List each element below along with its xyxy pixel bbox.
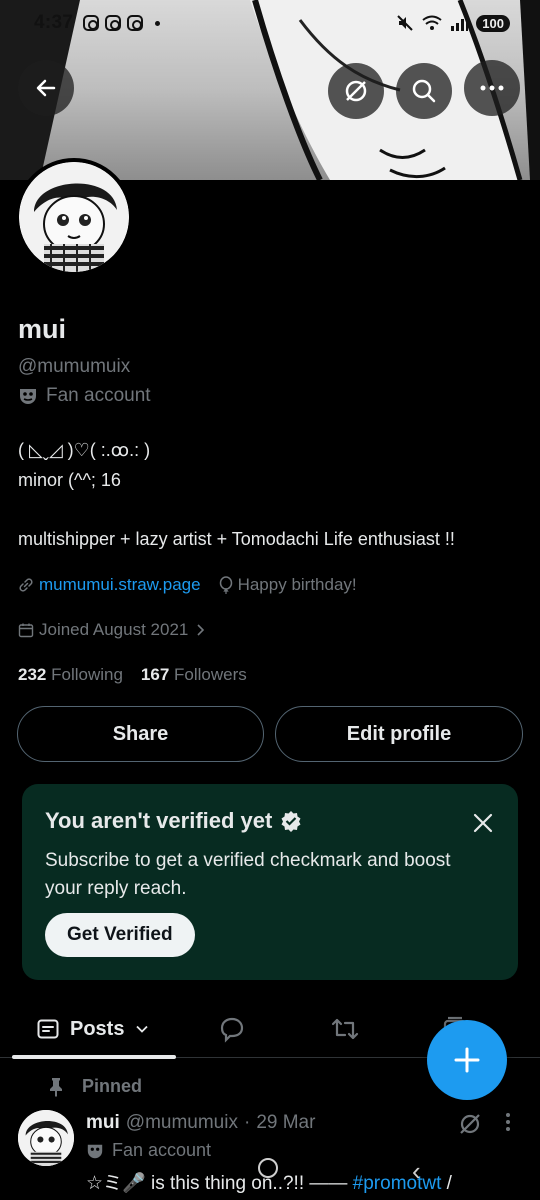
profile-handle: @mumumuix xyxy=(18,356,131,377)
followers-link[interactable]: 167 Followers xyxy=(141,665,247,685)
post-more-button[interactable] xyxy=(505,1112,511,1132)
reply-icon xyxy=(220,1017,244,1043)
post-header: mui @mumumuix · 29 Mar xyxy=(86,1112,315,1134)
notification-icons xyxy=(83,15,161,31)
more-options-button[interactable] xyxy=(464,60,520,116)
birthday-info: Happy birthday! xyxy=(219,575,357,595)
back-nav-button[interactable]: ‹ xyxy=(412,1156,421,1187)
joined-text: Joined August 2021 xyxy=(39,620,189,639)
edit-profile-button[interactable]: Edit profile xyxy=(275,706,523,762)
avatar-illustration xyxy=(19,162,129,272)
system-nav-bar: ‹ xyxy=(0,1150,540,1200)
bio-line: multishipper + lazy artist + Tomodachi L… xyxy=(18,529,455,549)
more-notifications-dot xyxy=(155,20,161,26)
bio-line: minor (^^; 16 xyxy=(18,470,121,490)
chevron-right-icon xyxy=(197,624,205,636)
status-time: 4:37 xyxy=(34,12,74,33)
followers-label: Followers xyxy=(174,665,247,684)
more-icon xyxy=(480,85,504,91)
instagram-icon xyxy=(83,15,100,31)
battery-indicator: 100 xyxy=(476,14,510,32)
tab-posts[interactable]: Posts xyxy=(36,1000,150,1058)
balloon-icon xyxy=(219,576,232,594)
post-separator: · xyxy=(243,1112,251,1133)
status-bar: 4:37 100 xyxy=(0,0,540,46)
grok-icon xyxy=(345,80,367,102)
back-arrow-icon xyxy=(36,79,56,97)
calendar-icon xyxy=(18,623,34,638)
tab-replies[interactable] xyxy=(218,1000,246,1058)
bio-line: ( ◺ˬ◿ )♡( :.ꝏ.: ) xyxy=(18,440,151,460)
wifi-icon xyxy=(422,15,442,30)
account-label-row[interactable]: Fan account xyxy=(18,385,151,407)
joined-row[interactable]: Joined August 2021 xyxy=(18,620,207,640)
pinned-label: Pinned xyxy=(82,1076,143,1096)
profile-display-name: mui xyxy=(18,314,67,344)
link-icon xyxy=(19,578,33,592)
profile-link-text[interactable]: mumumui.straw.page xyxy=(39,575,201,595)
get-verified-button[interactable]: Get Verified xyxy=(45,913,195,957)
plus-icon xyxy=(454,1047,480,1073)
account-label: Fan account xyxy=(46,385,151,406)
grok-icon[interactable] xyxy=(458,1112,482,1136)
following-label: Following xyxy=(51,665,123,684)
following-count: 232 xyxy=(18,665,47,684)
pin-icon xyxy=(50,1077,62,1097)
search-button[interactable] xyxy=(396,63,452,119)
more-vertical-icon xyxy=(506,1113,510,1131)
share-button[interactable]: Share xyxy=(17,706,264,762)
follow-stats: 232 Following 167 Followers xyxy=(18,665,247,685)
signal-icon xyxy=(451,15,469,31)
following-link[interactable]: 232 Following xyxy=(18,665,123,685)
home-nav-button[interactable] xyxy=(258,1158,278,1178)
profile-meta-row: mumumui.straw.page Happy birthday! xyxy=(18,575,357,595)
instagram-icon xyxy=(127,15,144,31)
verified-badge-icon xyxy=(281,811,301,832)
tab-reposts[interactable] xyxy=(330,1000,360,1058)
chevron-down-icon xyxy=(136,1025,149,1033)
compose-post-button[interactable] xyxy=(427,1020,507,1100)
birthday-text: Happy birthday! xyxy=(237,575,357,594)
instagram-icon xyxy=(105,15,122,31)
back-button[interactable] xyxy=(18,60,74,116)
posts-icon xyxy=(37,1019,59,1039)
profile-link[interactable]: mumumui.straw.page xyxy=(18,575,201,595)
verify-card-title: You aren't verified yet xyxy=(45,808,302,834)
mute-icon xyxy=(397,15,414,31)
profile-avatar[interactable] xyxy=(15,158,133,276)
search-icon xyxy=(412,79,436,103)
close-icon[interactable] xyxy=(472,812,494,834)
system-status: 100 xyxy=(396,14,510,32)
post-date[interactable]: 29 Mar xyxy=(256,1112,315,1134)
verification-prompt-card: You aren't verified yet Subscribe to get… xyxy=(22,784,518,980)
repost-icon xyxy=(331,1018,359,1040)
verify-card-title-text: You aren't verified yet xyxy=(45,808,273,833)
tab-posts-label: Posts xyxy=(70,1017,125,1040)
fan-mask-icon xyxy=(20,389,36,404)
pinned-label-row: Pinned xyxy=(48,1076,142,1097)
followers-count: 167 xyxy=(140,665,170,684)
grok-button[interactable] xyxy=(328,63,384,119)
post-author-name[interactable]: mui xyxy=(86,1112,120,1134)
post-author-handle[interactable]: @mumumuix xyxy=(126,1112,238,1134)
active-tab-indicator xyxy=(12,1055,176,1059)
verify-card-text: Subscribe to get a verified checkmark an… xyxy=(45,850,451,899)
